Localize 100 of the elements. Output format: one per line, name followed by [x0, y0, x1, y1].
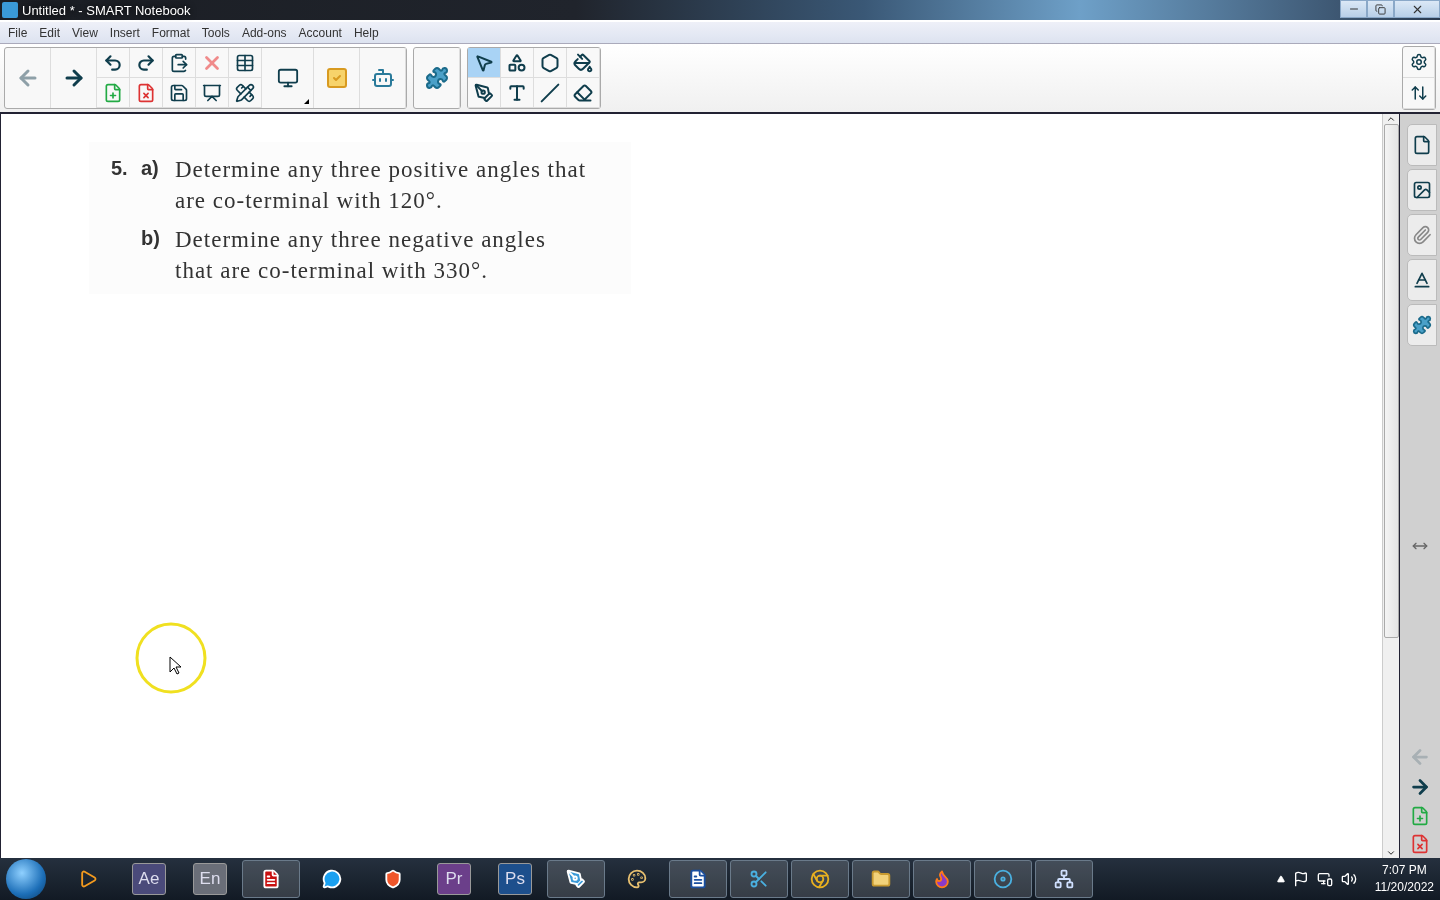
- restore-icon: [1375, 3, 1386, 15]
- tool-button[interactable]: [468, 78, 501, 108]
- vertical-scrollbar[interactable]: [1382, 114, 1400, 858]
- menu-item[interactable]: Tools: [195, 25, 236, 40]
- line-icon: [540, 82, 560, 103]
- table-button[interactable]: [229, 48, 262, 78]
- network-icon: [1054, 869, 1074, 889]
- tool-button[interactable]: [534, 48, 567, 78]
- gallery-tab[interactable]: [1407, 169, 1437, 211]
- volume-icon[interactable]: [1340, 871, 1357, 887]
- page-delete-icon: [1410, 834, 1430, 854]
- save-button[interactable]: [163, 78, 196, 108]
- tool-button[interactable]: [567, 78, 600, 108]
- part-label: a): [141, 156, 160, 181]
- robot-icon: [370, 66, 395, 90]
- ruler-pencil-icon: [235, 82, 255, 103]
- question-text: Determine any three positive angles that are co-terminal with 120°.: [175, 156, 587, 215]
- taskbar-app[interactable]: [852, 860, 910, 898]
- close-button[interactable]: [1394, 0, 1440, 18]
- scroll-thumb[interactable]: [1383, 124, 1399, 638]
- arrow-left-icon: [1409, 746, 1431, 768]
- clock-time: 7:07 PM: [1382, 862, 1427, 879]
- menu-item[interactable]: Account: [292, 25, 348, 40]
- add-ons-tab[interactable]: [1407, 304, 1437, 346]
- measurement-tools-button[interactable]: [229, 78, 262, 108]
- taskbar-app[interactable]: Ae: [120, 860, 178, 898]
- taskbar-app[interactable]: [547, 860, 605, 898]
- monitor-icon: [276, 67, 299, 89]
- next-page-button[interactable]: [1409, 776, 1431, 798]
- document-icon: [688, 869, 708, 889]
- puzzle-icon: [1412, 315, 1432, 335]
- tool-button[interactable]: [567, 48, 600, 78]
- network-icon[interactable]: [1316, 871, 1333, 887]
- page-plus-icon: [1410, 806, 1430, 826]
- screen-icon: [202, 82, 222, 103]
- flame-icon: [932, 869, 952, 889]
- page-sorter-tab[interactable]: [1407, 124, 1437, 166]
- menu-item[interactable]: File: [2, 25, 34, 40]
- tool-button[interactable]: [501, 78, 534, 108]
- checkbox-icon: [324, 66, 349, 90]
- settings-icon: [1409, 53, 1428, 71]
- clock[interactable]: 7:07 PM 11/20/2022: [1374, 862, 1434, 896]
- arrow-right-icon: [1409, 776, 1431, 798]
- properties-tab[interactable]: [1407, 259, 1437, 301]
- part-label: b): [141, 226, 161, 251]
- screen-shade-button[interactable]: [196, 78, 229, 108]
- paperclip-icon: [1412, 225, 1432, 245]
- show-hidden-icons[interactable]: [1276, 875, 1285, 883]
- taskbar-app[interactable]: [242, 860, 300, 898]
- table-icon: [235, 52, 255, 73]
- clipboard-icon: [169, 52, 189, 73]
- minimize-button[interactable]: [1340, 0, 1367, 18]
- text-color-icon: [1412, 270, 1432, 290]
- page-plus-icon: [103, 82, 123, 103]
- tool-button[interactable]: [534, 78, 567, 108]
- shield-icon: [383, 869, 403, 889]
- menu-item[interactable]: Format: [145, 25, 196, 40]
- document-icon: [261, 869, 281, 889]
- tool-button[interactable]: [468, 48, 501, 78]
- browser-icon: [810, 869, 830, 889]
- pointer-icon: [474, 52, 494, 73]
- clock-date: 11/20/2022: [1374, 879, 1434, 896]
- menu-item[interactable]: Help: [347, 25, 385, 40]
- app-tile-icon: Pr: [437, 863, 471, 895]
- menu-item[interactable]: Insert: [103, 25, 146, 40]
- taskbar-app[interactable]: Ps: [486, 860, 544, 898]
- settings-button[interactable]: [1403, 47, 1435, 78]
- redo-icon: [136, 52, 156, 73]
- image-icon: [1412, 180, 1432, 200]
- hexagon-icon: [540, 52, 560, 73]
- taskbar-app[interactable]: En: [181, 860, 239, 898]
- start-button[interactable]: [6, 859, 46, 899]
- tool-button[interactable]: [501, 48, 534, 78]
- palette-icon: [627, 869, 647, 889]
- text-tool-icon: [507, 82, 527, 103]
- menu-item[interactable]: Edit: [33, 25, 67, 40]
- save-icon: [169, 82, 189, 103]
- restore-button[interactable]: [1367, 0, 1394, 18]
- taskbar-app[interactable]: [669, 860, 727, 898]
- scissors-icon: [749, 869, 769, 889]
- delete-page-button[interactable]: [1410, 834, 1430, 854]
- undo-button[interactable]: [97, 48, 130, 78]
- delete-page-button[interactable]: [130, 78, 163, 108]
- scroll-down-icon: [1386, 848, 1396, 858]
- taskbar-app[interactable]: Pr: [425, 860, 483, 898]
- redo-button[interactable]: [130, 48, 163, 78]
- up-down-arrow-icon: [1409, 84, 1428, 102]
- paste-button[interactable]: [163, 48, 196, 78]
- taskbar-app[interactable]: [1035, 860, 1093, 898]
- flag-icon[interactable]: [1292, 871, 1309, 887]
- move-toolbar-button[interactable]: [1403, 78, 1435, 109]
- folder-icon: [871, 869, 891, 889]
- eraser-icon: [573, 82, 593, 103]
- menu-item[interactable]: Add-ons: [235, 25, 293, 40]
- app-tile-icon: Ps: [498, 863, 532, 895]
- shapes-icon: [507, 52, 527, 73]
- undo-icon: [103, 52, 123, 73]
- whiteboard-page[interactable]: 5. a) Determine any three positive angles that are co-terminal with 120°. b) Determine any three negative angles that are co-terminal with 330°.: [0, 114, 1382, 858]
- menu-item[interactable]: View: [66, 25, 104, 40]
- app-tile-icon: En: [193, 863, 227, 895]
